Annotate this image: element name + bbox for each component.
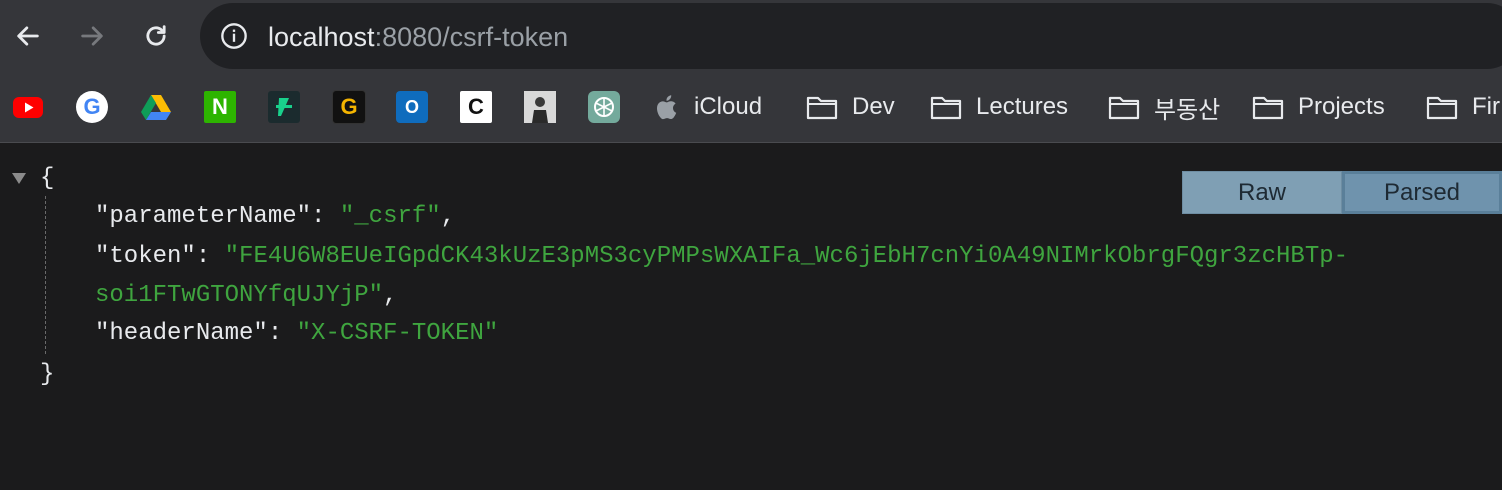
google-icon: G xyxy=(76,91,108,123)
folder-icon xyxy=(806,96,838,120)
folder-icon xyxy=(1426,96,1458,120)
url-host: localhost xyxy=(268,22,375,52)
bookmark-google-drive[interactable] xyxy=(140,90,172,124)
chatgpt-icon xyxy=(588,91,620,123)
bookmark-icloud[interactable]: iCloud xyxy=(656,90,762,124)
json-key: "token" xyxy=(95,243,196,270)
google-drive-icon xyxy=(141,95,171,120)
bookmark-c[interactable]: C xyxy=(460,90,492,124)
profile-photo-icon xyxy=(524,91,556,123)
bookmark-google[interactable]: G xyxy=(76,90,108,124)
forward-button[interactable] xyxy=(72,16,112,56)
bookmark-slash[interactable] xyxy=(268,90,300,124)
reload-button[interactable] xyxy=(136,16,176,56)
json-colon: : xyxy=(267,320,297,347)
bookmark-g[interactable]: G xyxy=(332,90,366,124)
json-row-token: "token": "FE4U6W8EUeIGpdCK43kUzE3pMS3cyP… xyxy=(95,243,1348,270)
json-colon: : xyxy=(311,203,340,230)
indent-guide xyxy=(45,196,46,354)
bookmark-youtube[interactable] xyxy=(12,90,44,124)
bookmark-folder-projects[interactable]: Projects xyxy=(1252,90,1385,124)
bookmark-folder-realestate[interactable]: 부동산 xyxy=(1108,90,1220,124)
folder-icon xyxy=(930,96,962,120)
youtube-icon xyxy=(13,97,43,118)
open-brace: { xyxy=(40,165,55,192)
json-colon: : xyxy=(195,243,225,270)
browser-toolbar: localhost:8080/csrf-token xyxy=(0,0,1502,72)
json-row-token-wrap: soi1FTwGTONYfqUJYjP", xyxy=(95,282,397,309)
bookmark-folder-lectures[interactable]: Lectures xyxy=(930,90,1068,124)
bookmark-label: Dev xyxy=(852,93,895,120)
parsed-button[interactable]: Parsed xyxy=(1342,171,1502,214)
json-value: "X-CSRF-TOKEN" xyxy=(296,320,499,347)
json-viewer: { "parameterName": "_csrf", "token": "FE… xyxy=(0,143,1502,490)
bookmark-outlook[interactable]: O xyxy=(396,90,428,124)
bookmark-chatgpt[interactable] xyxy=(588,90,620,124)
close-brace: } xyxy=(40,361,55,388)
address-bar[interactable]: localhost:8080/csrf-token xyxy=(200,3,1502,69)
json-value: "FE4U6W8EUeIGpdCK43kUzE3pMS3cyPMPsWXAIFa… xyxy=(224,243,1349,270)
bookmark-folder-dev[interactable]: Dev xyxy=(806,90,895,124)
bookmark-label: Lectures xyxy=(976,93,1069,120)
slash-icon xyxy=(268,91,300,123)
bookmark-label: iCloud xyxy=(694,93,763,120)
bookmarks-bar: G N G O C iCloud Dev Lectures 부동산 Projec… xyxy=(0,72,1502,143)
folder-icon xyxy=(1108,96,1140,120)
g-icon: G xyxy=(332,90,366,124)
url-path: :8080/csrf-token xyxy=(374,22,569,52)
bookmark-label: 부동산 xyxy=(1154,96,1221,124)
info-icon[interactable] xyxy=(220,22,248,50)
json-row-parameter-name: "parameterName": "_csrf", xyxy=(95,203,455,230)
bookmark-label: Fir xyxy=(1472,93,1500,120)
json-value: "_csrf" xyxy=(339,203,441,230)
bookmark-label: Projects xyxy=(1298,93,1385,120)
back-button[interactable] xyxy=(8,16,48,56)
reload-icon xyxy=(146,25,166,46)
collapse-toggle-icon[interactable] xyxy=(12,173,26,184)
json-key: "parameterName" xyxy=(95,203,312,230)
json-comma: , xyxy=(440,203,456,230)
raw-button[interactable]: Raw xyxy=(1182,171,1342,214)
bookmark-profile[interactable] xyxy=(524,90,556,124)
json-comma: , xyxy=(383,282,398,309)
arrow-left-icon xyxy=(17,26,39,46)
outlook-icon: O xyxy=(396,91,428,123)
bookmark-n[interactable]: N xyxy=(204,90,236,124)
json-key: "headerName" xyxy=(95,320,268,347)
url-text[interactable]: localhost:8080/csrf-token xyxy=(268,21,568,53)
folder-icon xyxy=(1252,96,1284,120)
json-row-header-name: "headerName": "X-CSRF-TOKEN" xyxy=(95,320,498,347)
bookmark-folder-fir[interactable]: Fir xyxy=(1426,90,1500,124)
n-icon: N xyxy=(204,91,236,123)
arrow-right-icon xyxy=(81,26,103,46)
c-icon: C xyxy=(460,91,492,123)
raw-parsed-toggle: Raw Parsed xyxy=(1182,171,1502,214)
json-value: soi1FTwGTONYfqUJYjP" xyxy=(95,282,384,309)
apple-icon xyxy=(657,95,677,120)
